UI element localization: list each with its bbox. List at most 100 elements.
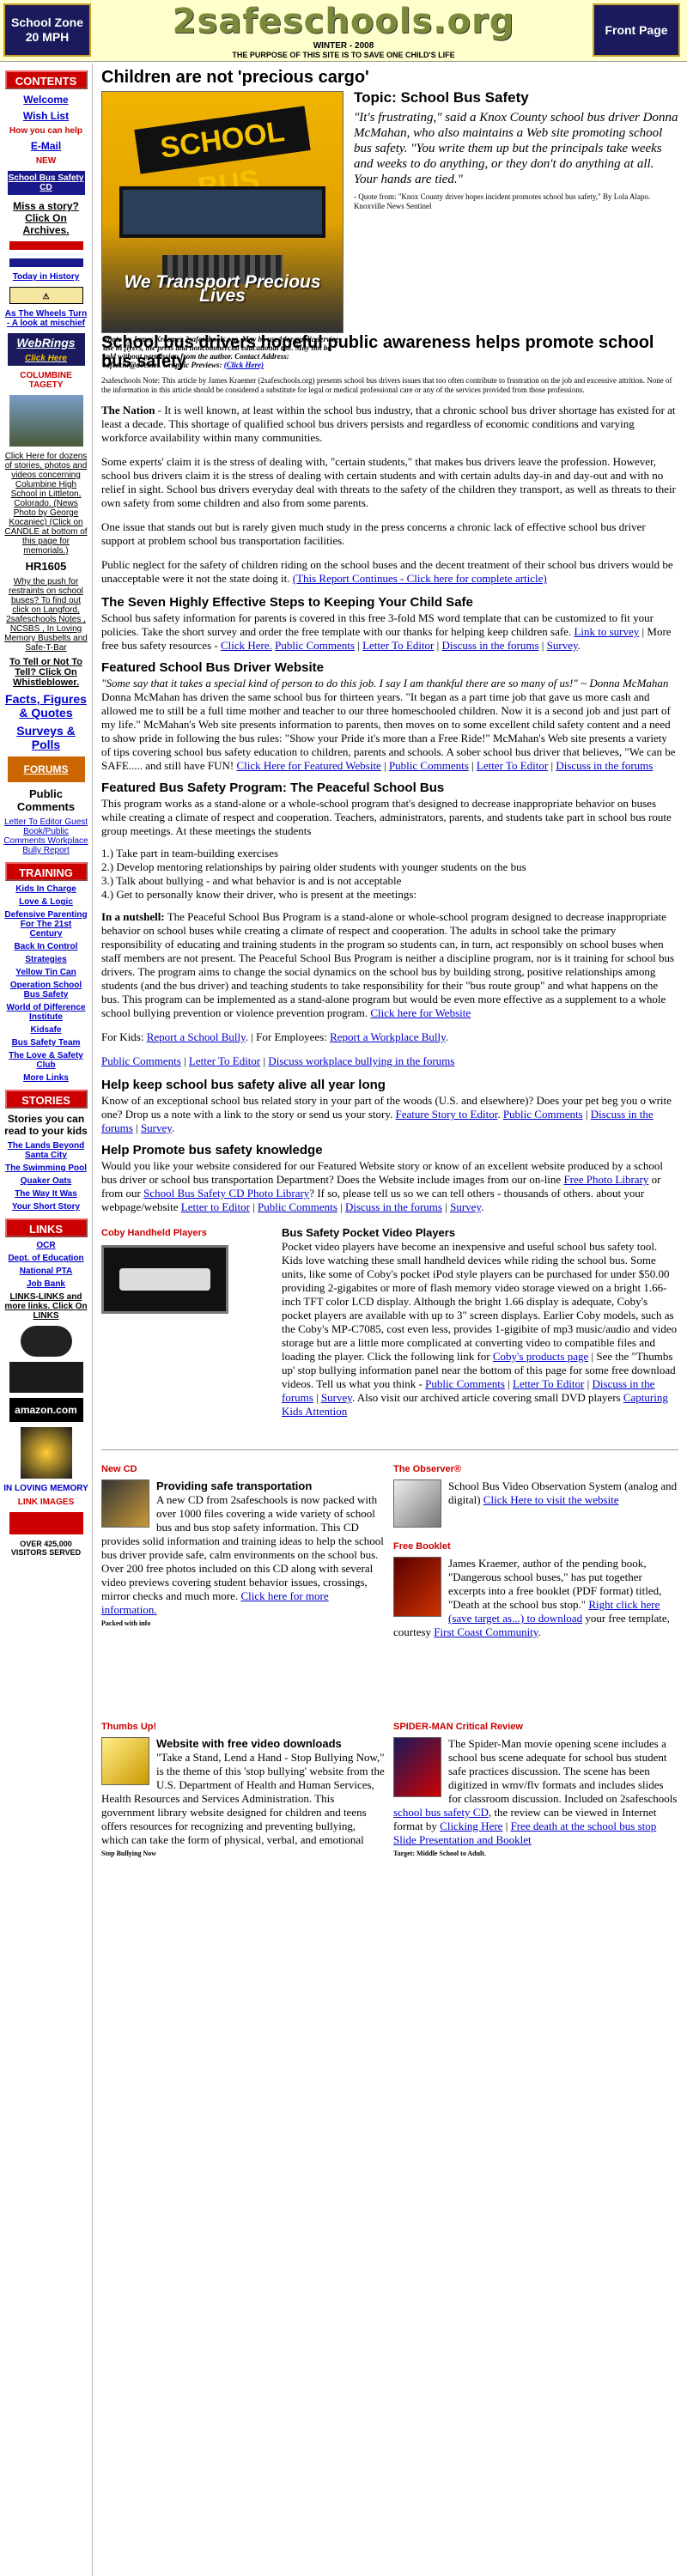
spiderman-image[interactable]: [393, 1737, 441, 1797]
more-links-link[interactable]: LINKS-LINKS and more links. Click On LIN…: [3, 1292, 88, 1321]
observer-website-link[interactable]: Click Here to visit the website: [483, 1493, 619, 1506]
sidebar-item-training[interactable]: World of Difference Institute: [3, 1003, 88, 1022]
sidebar-item-training[interactable]: Back In Control: [3, 942, 88, 951]
forums-badge[interactable]: FORUMS: [7, 756, 85, 782]
survey-link[interactable]: Link to survey: [574, 625, 639, 638]
letter-to-editor-link[interactable]: Letter To Editor: [477, 759, 548, 772]
sidebar-item-welcome[interactable]: Welcome: [3, 94, 88, 106]
page-title: Children are not 'precious cargo': [101, 68, 369, 87]
promote-knowledge-body: Would you like your website considered f…: [101, 1159, 663, 1213]
sidebar-item-training[interactable]: The Love & Safety Club: [3, 1051, 88, 1070]
public-comments-link[interactable]: Public Comments: [503, 1108, 583, 1121]
sidebar-item-training[interactable]: Operation School Bus Safety: [3, 981, 88, 999]
photo-library-link[interactable]: Free Photo Library: [563, 1173, 648, 1186]
thumbs-up-label: Thumbs Up!: [101, 1722, 157, 1732]
survey-link[interactable]: Survey: [321, 1391, 352, 1404]
forums-link[interactable]: Discuss in the forums: [345, 1200, 442, 1213]
report-workplace-bully-link[interactable]: Report a Workplace Bully: [330, 1030, 446, 1043]
nation-text: - It is well known, at least within the …: [101, 404, 676, 444]
spiderman-review-link[interactable]: Clicking Here: [440, 1820, 502, 1832]
link-images-heading: LINK IMAGES: [17, 1498, 75, 1507]
promote-knowledge-heading: Help Promote bus safety knowledge: [101, 1143, 323, 1157]
today-in-history-link[interactable]: Today in History: [3, 272, 88, 282]
school-bus-cd-badge[interactable]: School Bus Safety CD: [7, 171, 85, 195]
sidebar-item-training[interactable]: More Links: [3, 1073, 88, 1083]
public-comments-link[interactable]: Public Comments: [258, 1200, 337, 1213]
forums-link[interactable]: Discuss in the forums: [442, 639, 539, 652]
columbine-text[interactable]: Click Here for dozens of stories, photos…: [3, 452, 88, 556]
archives-link[interactable]: Miss a story? Click On Archives.: [3, 200, 88, 236]
sidebar-item-training[interactable]: Kidsafe: [3, 1025, 88, 1035]
sidebar-item-link[interactable]: OCR: [3, 1241, 88, 1250]
site-logo[interactable]: 2safeschools.org: [120, 2, 567, 41]
sidebar-item-training[interactable]: Love & Logic: [3, 897, 88, 907]
cd-caption: Packed with info: [101, 1619, 151, 1627]
video-player-image[interactable]: [101, 1245, 228, 1314]
cd-image[interactable]: [101, 1479, 149, 1528]
photo-caption: Photo by James Kraemer 2safeschools.org.…: [103, 335, 345, 369]
sidebar-item-link[interactable]: Dept. of Education: [3, 1254, 88, 1263]
sidebar-item-wishlist[interactable]: Wish List: [3, 110, 88, 122]
school-zone-sign: School Zone 20 MPH: [3, 3, 91, 57]
booklet-image[interactable]: [393, 1557, 441, 1617]
sidebar-item-training[interactable]: Kids In Charge: [3, 884, 88, 894]
cd-photo-library-link[interactable]: School Bus Safety CD Photo Library: [143, 1187, 309, 1200]
sidebar-item-link[interactable]: National PTA: [3, 1267, 88, 1276]
amazon-link[interactable]: amazon.com: [9, 1398, 83, 1422]
sidebar-item-story[interactable]: Quaker Oats: [3, 1176, 88, 1186]
paragraph-experts: Some experts' claim it is the stress of …: [101, 455, 676, 509]
school-bus-photo[interactable]: SCHOOL BUS We Transport Precious Lives: [101, 91, 344, 333]
candle-image[interactable]: [20, 1427, 72, 1479]
feature-story-link[interactable]: Feature Story to Editor: [396, 1108, 498, 1121]
letter-to-editor-link[interactable]: Letter to Editor: [181, 1200, 250, 1213]
sidebar-item-training[interactable]: Bus Safety Team: [3, 1038, 88, 1048]
webrings-badge[interactable]: WebRings Click Here: [7, 333, 85, 366]
public-comments-link[interactable]: Public Comments: [101, 1054, 181, 1067]
observer-image[interactable]: [393, 1479, 441, 1528]
coby-products-link[interactable]: Coby's products page: [493, 1350, 588, 1363]
sidebar-item-story[interactable]: Your Short Story: [3, 1202, 88, 1212]
letter-to-editor-link[interactable]: Letter To Editor: [513, 1377, 584, 1390]
sidebar-item-story[interactable]: The Swimming Pool: [3, 1163, 88, 1173]
public-comments-link[interactable]: Public Comments: [425, 1377, 505, 1390]
nutshell-lead: In a nutshell:: [101, 910, 165, 923]
survey-link[interactable]: Survey: [141, 1121, 172, 1134]
public-comments-links[interactable]: Letter To Editor Guest Book/Public Comme…: [3, 817, 88, 855]
photo-preview-link[interactable]: (Click Here): [224, 361, 264, 369]
hr1605-text[interactable]: Why the push for restraints on school bu…: [3, 577, 88, 653]
featured-website-link[interactable]: Click Here for Featured Website: [236, 759, 380, 772]
cd-link[interactable]: school bus safety CD: [393, 1806, 489, 1819]
sidebar-item-training[interactable]: Strategies: [3, 955, 88, 964]
peaceful-bus-website-link[interactable]: Click here for Website: [370, 1006, 471, 1019]
public-comments-link[interactable]: Public Comments: [389, 759, 469, 772]
report-continues-link[interactable]: (This Report Continues - Click here for …: [293, 572, 547, 585]
sidebar-item-story[interactable]: The Way It Was: [3, 1189, 88, 1199]
letter-to-editor-link[interactable]: Letter To Editor: [189, 1054, 260, 1067]
sidebar-item-training[interactable]: Yellow Tin Can: [3, 968, 88, 977]
sidebar-item-story[interactable]: The Lands Beyond Santa City: [3, 1141, 88, 1160]
sidebar-item-link[interactable]: Job Bank: [3, 1279, 88, 1289]
report-school-bully-link[interactable]: Report a School Bully: [147, 1030, 246, 1043]
columbine-photo: [9, 395, 83, 447]
list-item: 4.) Get to personally know their driver,…: [101, 888, 417, 901]
for-employees-label: . | For Employees:: [245, 1030, 327, 1043]
front-page-button[interactable]: Front Page: [593, 3, 680, 57]
surveys-link[interactable]: Surveys & Polls: [3, 724, 88, 751]
badge-image: [20, 1326, 72, 1357]
link-image[interactable]: [9, 1512, 83, 1534]
survey-link[interactable]: Survey: [450, 1200, 481, 1213]
forums-link[interactable]: Discuss in the forums: [556, 759, 653, 772]
stop-bullying-image[interactable]: [101, 1737, 149, 1785]
survey-link-2[interactable]: Survey: [547, 639, 578, 652]
facts-link[interactable]: Facts, Figures & Quotes: [3, 692, 88, 720]
public-comments-link[interactable]: Public Comments: [275, 639, 355, 652]
whistleblower-link[interactable]: To Tell or Not To Tell? Click On Whistle…: [3, 657, 88, 688]
letter-to-editor-link[interactable]: Letter To Editor: [362, 639, 434, 652]
wheels-turn-link[interactable]: As The Wheels Turn - A look at mischief: [3, 309, 88, 328]
site-tagline: THE PURPOSE OF THIS SITE IS TO SAVE ONE …: [232, 51, 455, 59]
workplace-bullying-forum-link[interactable]: Discuss workplace bullying in the forums: [268, 1054, 454, 1067]
sidebar-item-email[interactable]: E-Mail: [3, 140, 88, 152]
sidebar-item-training[interactable]: Defensive Parenting For The 21st Century: [3, 910, 88, 939]
first-coast-link[interactable]: First Coast Community: [434, 1625, 538, 1638]
resources-link[interactable]: Click Here.: [221, 639, 272, 652]
